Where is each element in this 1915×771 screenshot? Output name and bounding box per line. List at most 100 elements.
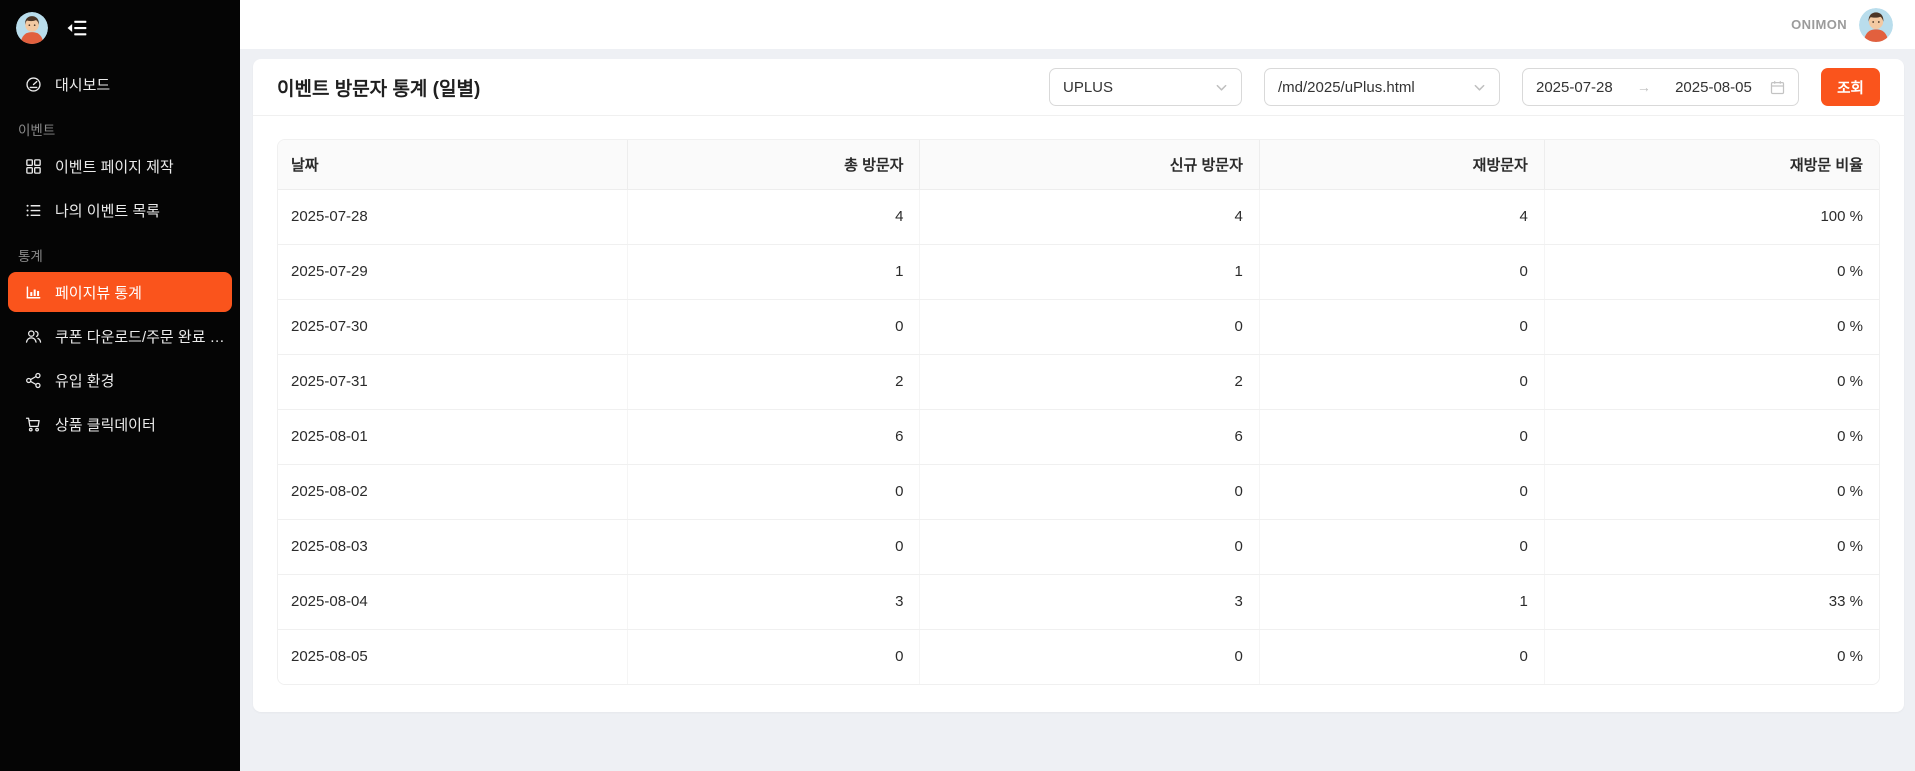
table-row: 2025-07-29 1 1 0 0 % bbox=[278, 244, 1879, 300]
value-cell: 0 bbox=[1259, 299, 1545, 355]
value-cell: 0 % bbox=[1544, 519, 1879, 575]
col-total-visitors: 총 방문자 bbox=[627, 140, 921, 190]
card-header: 이벤트 방문자 통계 (일별) UPLUS /md/2025/uPlus.htm… bbox=[253, 59, 1904, 116]
date-cell: 2025-08-02 bbox=[278, 464, 628, 520]
username-label: ONIMON bbox=[1791, 17, 1847, 32]
topbar-avatar[interactable] bbox=[1859, 7, 1893, 42]
value-cell: 2 bbox=[627, 354, 921, 410]
share-icon bbox=[25, 372, 42, 389]
value-cell: 4 bbox=[1259, 189, 1545, 245]
sidebar-section-stats: 통계 bbox=[18, 249, 43, 264]
sidebar-item-label: 상품 클릭데이터 bbox=[55, 416, 156, 434]
value-cell: 0 bbox=[919, 299, 1260, 355]
date-range-picker[interactable]: 2025-07-28 → 2025-08-05 bbox=[1522, 68, 1799, 106]
sidebar-item-label: 쿠폰 다운로드/주문 완료 … bbox=[55, 328, 225, 346]
value-cell: 0 bbox=[627, 464, 921, 520]
search-button[interactable]: 조회 bbox=[1821, 68, 1880, 106]
value-cell: 4 bbox=[919, 189, 1260, 245]
topbar: ONIMON bbox=[240, 0, 1915, 49]
menu-fold-icon[interactable] bbox=[66, 17, 88, 39]
value-cell: 0 bbox=[627, 299, 921, 355]
value-cell: 3 bbox=[919, 574, 1260, 630]
page-select-value: /md/2025/uPlus.html bbox=[1278, 78, 1415, 96]
sidebar-item-dashboard[interactable]: 대시보드 bbox=[8, 64, 232, 104]
col-return-rate: 재방문 비율 bbox=[1544, 140, 1879, 190]
cart-icon bbox=[25, 416, 42, 433]
visitor-stats-table: 날짜 총 방문자 신규 방문자 재방문자 재방문 비율 2025-07-28 4 4… bbox=[277, 139, 1880, 685]
value-cell: 0 bbox=[919, 464, 1260, 520]
sidebar-avatar[interactable] bbox=[16, 12, 48, 44]
content: 이벤트 방문자 통계 (일별) UPLUS /md/2025/uPlus.htm… bbox=[240, 49, 1915, 712]
sidebar-item-label: 페이지뷰 통계 bbox=[55, 284, 142, 302]
sidebar-item-label: 나의 이벤트 목록 bbox=[55, 202, 160, 220]
date-end-value: 2025-08-05 bbox=[1675, 78, 1752, 96]
sidebar-item-label: 대시보드 bbox=[55, 76, 111, 94]
sidebar-section-events: 이벤트 bbox=[18, 123, 56, 138]
arrow-right-icon: → bbox=[1636, 79, 1651, 95]
sidebar-item-my-event-list[interactable]: 나의 이벤트 목록 bbox=[8, 190, 232, 230]
value-cell: 0 bbox=[627, 629, 921, 684]
sidebar-item-pageview-stats[interactable]: 페이지뷰 통계 bbox=[8, 272, 232, 312]
sidebar-menu: 대시보드 이벤트 이벤트 페이지 제작 나의 이벤트 목록 통계 페이지뷰 통계… bbox=[0, 56, 240, 448]
value-cell: 1 bbox=[627, 244, 921, 300]
dashboard-icon bbox=[25, 76, 42, 93]
value-cell: 0 bbox=[1259, 464, 1545, 520]
sidebar-item-coupon-order-stats[interactable]: 쿠폰 다운로드/주문 완료 … bbox=[8, 316, 232, 356]
value-cell: 6 bbox=[627, 409, 921, 465]
value-cell: 0 bbox=[627, 519, 921, 575]
value-cell: 1 bbox=[919, 244, 1260, 300]
sidebar: 대시보드 이벤트 이벤트 페이지 제작 나의 이벤트 목록 통계 페이지뷰 통계… bbox=[0, 0, 240, 771]
value-cell: 3 bbox=[627, 574, 921, 630]
main-area: ONIMON 이벤트 방문자 통계 (일별) UPLUS /md/2025/uP… bbox=[240, 0, 1915, 771]
col-returning-visitors: 재방문자 bbox=[1259, 140, 1545, 190]
appstore-icon bbox=[25, 158, 42, 175]
value-cell: 0 bbox=[919, 519, 1260, 575]
table-row: 2025-08-04 3 3 1 33 % bbox=[278, 574, 1879, 630]
date-cell: 2025-07-29 bbox=[278, 244, 628, 300]
table-body: 2025-07-28 4 4 4 100 % 2025-07-29 1 1 0 0 % 2025-0… bbox=[278, 189, 1879, 684]
value-cell: 6 bbox=[919, 409, 1260, 465]
col-new-visitors: 신규 방문자 bbox=[919, 140, 1260, 190]
col-date: 날짜 bbox=[278, 140, 628, 190]
date-cell: 2025-07-31 bbox=[278, 354, 628, 410]
value-cell: 0 % bbox=[1544, 464, 1879, 520]
value-cell: 4 bbox=[627, 189, 921, 245]
date-cell: 2025-08-04 bbox=[278, 574, 628, 630]
team-icon bbox=[25, 328, 42, 345]
value-cell: 0 % bbox=[1544, 354, 1879, 410]
value-cell: 100 % bbox=[1544, 189, 1879, 245]
value-cell: 0 bbox=[1259, 409, 1545, 465]
card-body: 날짜 총 방문자 신규 방문자 재방문자 재방문 비율 2025-07-28 4 4… bbox=[253, 116, 1904, 712]
value-cell: 2 bbox=[919, 354, 1260, 410]
value-cell: 0 bbox=[1259, 244, 1545, 300]
date-cell: 2025-08-01 bbox=[278, 409, 628, 465]
sidebar-item-label: 유입 환경 bbox=[55, 372, 115, 390]
event-select[interactable]: UPLUS bbox=[1049, 68, 1242, 106]
page-title: 이벤트 방문자 통계 (일별) bbox=[277, 78, 481, 100]
table-row: 2025-08-03 0 0 0 0 % bbox=[278, 519, 1879, 575]
value-cell: 0 bbox=[1259, 519, 1545, 575]
chevron-down-icon bbox=[1473, 81, 1486, 94]
sidebar-item-label: 이벤트 페이지 제작 bbox=[55, 158, 174, 176]
filter-bar: UPLUS /md/2025/uPlus.html 2025-07-28 → 2… bbox=[1049, 68, 1880, 106]
event-select-value: UPLUS bbox=[1063, 78, 1114, 96]
bar-chart-icon bbox=[25, 284, 42, 301]
page-select[interactable]: /md/2025/uPlus.html bbox=[1264, 68, 1500, 106]
date-cell: 2025-08-05 bbox=[278, 629, 628, 684]
sidebar-header bbox=[0, 0, 240, 56]
table-row: 2025-07-30 0 0 0 0 % bbox=[278, 299, 1879, 355]
date-cell: 2025-08-03 bbox=[278, 519, 628, 575]
value-cell: 1 bbox=[1259, 574, 1545, 630]
chevron-down-icon bbox=[1215, 81, 1228, 94]
table-row: 2025-07-28 4 4 4 100 % bbox=[278, 189, 1879, 245]
sidebar-item-event-page-create[interactable]: 이벤트 페이지 제작 bbox=[8, 146, 232, 186]
value-cell: 0 % bbox=[1544, 244, 1879, 300]
stats-card: 이벤트 방문자 통계 (일별) UPLUS /md/2025/uPlus.htm… bbox=[253, 59, 1904, 712]
sidebar-item-product-click-data[interactable]: 상품 클릭데이터 bbox=[8, 404, 232, 444]
value-cell: 0 % bbox=[1544, 409, 1879, 465]
value-cell: 0 bbox=[1259, 629, 1545, 684]
table-row: 2025-08-02 0 0 0 0 % bbox=[278, 464, 1879, 520]
sidebar-item-inflow-env[interactable]: 유입 환경 bbox=[8, 360, 232, 400]
value-cell: 0 % bbox=[1544, 299, 1879, 355]
value-cell: 0 bbox=[1259, 354, 1545, 410]
